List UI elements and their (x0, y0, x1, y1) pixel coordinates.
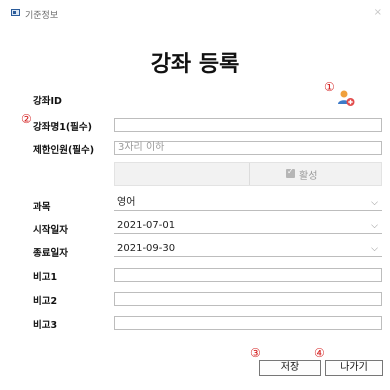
chevron-down-icon: ⌵ (371, 244, 378, 254)
label-capacity: 제한인원(필수) (33, 145, 95, 156)
note3-input[interactable] (114, 316, 382, 330)
title-bar: 기준정보 × (0, 0, 390, 26)
active-checkbox[interactable] (286, 167, 295, 178)
annotation-2: ② (21, 112, 32, 126)
chevron-down-icon: ⌵ (371, 198, 378, 208)
note2-input[interactable] (114, 292, 382, 306)
start-date-value: 2021-07-01 (117, 220, 176, 231)
subject-select[interactable]: 영어 ⌵ (114, 197, 382, 211)
end-date-picker[interactable]: 2021-09-30 ⌵ (114, 243, 382, 257)
close-icon[interactable]: × (374, 7, 382, 18)
page-title: 강좌 등록 (150, 52, 240, 77)
active-label: 활성 (299, 171, 318, 182)
label-note2: 비고2 (33, 296, 58, 307)
subject-value: 영어 (117, 197, 136, 208)
active-row: 활성 (114, 162, 382, 186)
annotation-3: ③ (250, 346, 261, 360)
label-note1: 비고1 (33, 272, 58, 283)
user-add-icon[interactable] (337, 89, 355, 107)
label-course-id: 강좌ID (33, 96, 62, 107)
label-end-date: 종료일자 (33, 248, 68, 259)
start-date-picker[interactable]: 2021-07-01 ⌵ (114, 220, 382, 234)
label-start-date: 시작일자 (33, 225, 68, 236)
divider (249, 163, 250, 185)
save-button[interactable]: 저장 (259, 360, 321, 376)
window-title: 기준정보 (25, 11, 59, 21)
course-name-input[interactable] (114, 118, 382, 132)
end-date-value: 2021-09-30 (117, 243, 176, 254)
capacity-input[interactable]: 3자리 이하 (114, 141, 382, 155)
label-note3: 비고3 (33, 320, 58, 331)
annotation-4: ④ (314, 346, 325, 360)
chevron-down-icon: ⌵ (371, 221, 378, 231)
label-course-name: 강좌명1(필수) (33, 122, 92, 133)
exit-button[interactable]: 나가기 (325, 360, 383, 376)
app-icon (11, 9, 20, 16)
note1-input[interactable] (114, 268, 382, 282)
label-subject: 과목 (33, 202, 51, 213)
annotation-1: ① (324, 80, 335, 94)
